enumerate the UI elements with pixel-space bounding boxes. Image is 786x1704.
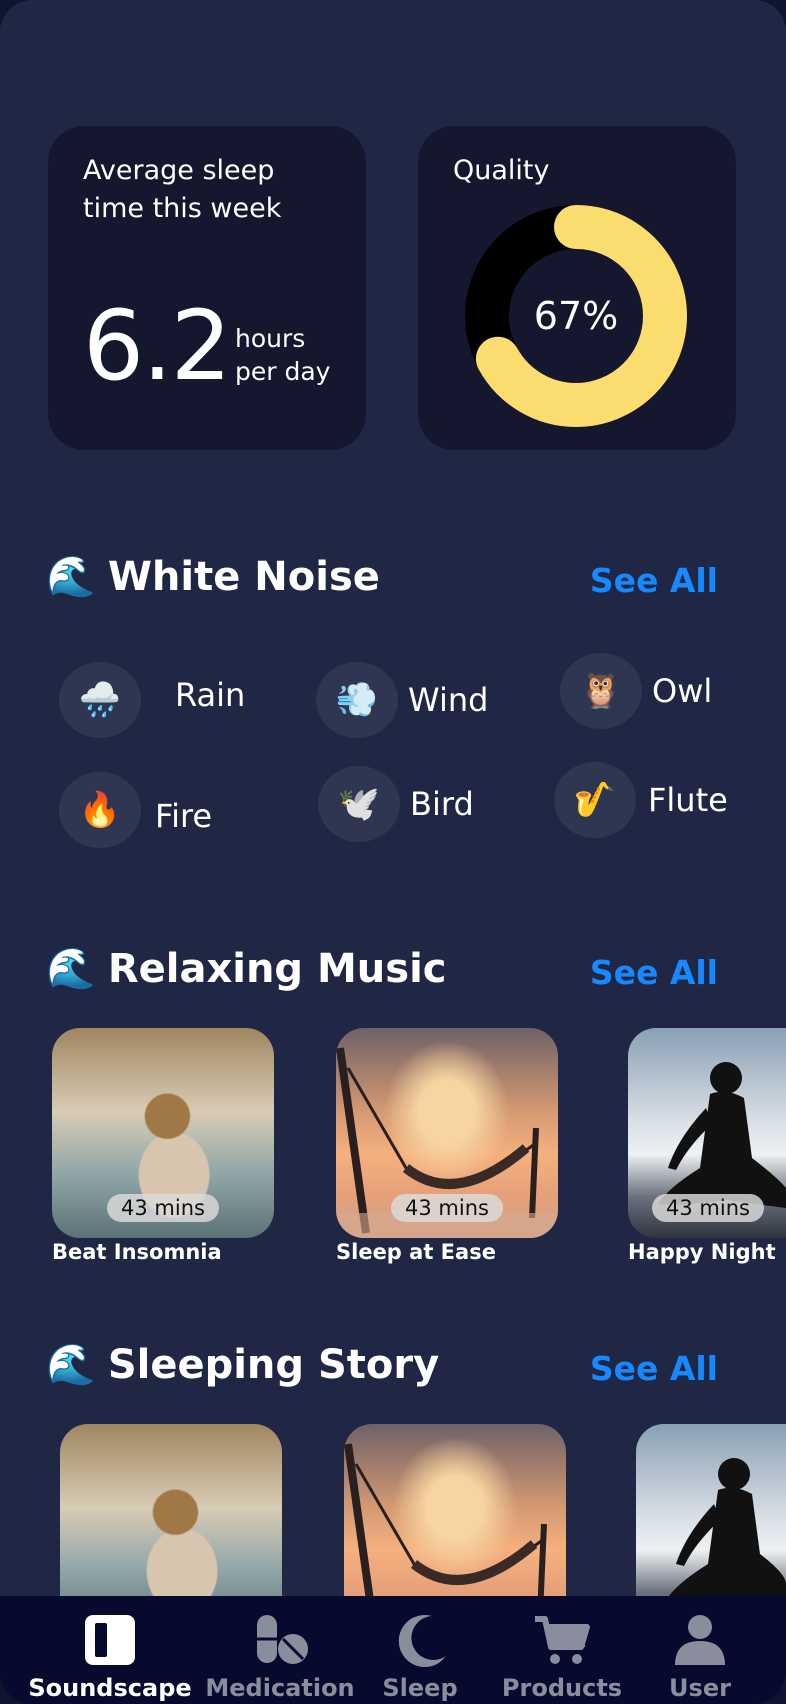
white-noise-header: 🌊 White Noise [46,553,380,601]
noise-label-owl: Owl [652,672,713,710]
wind-icon: 💨 [316,662,398,738]
bottom-tab-bar: Soundscape Medication Sleep Products Use… [0,1596,786,1704]
owl-icon: 🦉 [560,653,642,729]
duration-badge: 43 mins [652,1194,764,1222]
noise-item-flute[interactable]: 🎷 Flute [554,762,728,838]
tab-label: Soundscape [28,1674,192,1702]
cart-icon [533,1612,591,1668]
white-noise-see-all-link[interactable]: See All [590,561,718,600]
soundscape-icon [83,1612,137,1668]
average-sleep-unit: hours per day [235,324,331,386]
fire-icon: 🔥 [59,772,141,848]
quality-card[interactable]: Quality 67% [418,126,736,450]
moon-icon [392,1612,448,1668]
relaxing-music-title: Relaxing Music [107,945,447,992]
music-card-beat-insomnia[interactable]: 43 mins [52,1028,274,1238]
white-noise-title: White Noise [107,553,380,600]
music-title[interactable]: Happy Night [628,1240,776,1264]
quality-label: Quality [453,155,550,186]
tab-medication[interactable]: Medication [205,1596,355,1704]
noise-item-wind[interactable]: 💨 Wind [316,662,488,738]
tab-sleep[interactable]: Sleep [370,1596,470,1704]
app-screen: Average sleep time this week 6.2 hours p… [0,0,786,1704]
noise-label-flute: Flute [648,781,728,819]
relaxing-music-header: 🌊 Relaxing Music [46,945,447,993]
wave-icon: 🌊 [46,1342,96,1388]
noise-item-rain[interactable]: 🌧️ Rain [59,662,245,738]
average-sleep-label: Average sleep time this week [83,155,282,224]
average-sleep-card[interactable]: Average sleep time this week 6.2 hours p… [48,126,366,450]
sleeping-story-title: Sleeping Story [107,1341,440,1388]
tab-products[interactable]: Products [492,1596,632,1704]
rain-cloud-icon: 🌧️ [59,662,141,738]
wave-icon: 🌊 [46,554,96,600]
noise-label-rain: Rain [175,676,246,714]
relaxing-music-see-all-link[interactable]: See All [590,953,718,992]
wave-icon: 🌊 [46,946,96,992]
noise-label-bird: Bird [410,785,474,823]
tab-user[interactable]: User [650,1596,750,1704]
tab-label: Medication [205,1674,355,1702]
tab-label: Sleep [382,1674,458,1702]
saxophone-icon: 🎷 [554,762,636,838]
noise-label-wind: Wind [408,681,489,719]
duration-badge: 43 mins [107,1194,219,1222]
music-title[interactable]: Sleep at Ease [336,1240,496,1264]
music-title[interactable]: Beat Insomnia [52,1240,222,1264]
average-sleep-value: 6.2 [83,290,232,402]
noise-item-bird[interactable]: 🕊️ Bird [318,766,474,842]
dove-icon: 🕊️ [318,766,400,842]
quality-percent: 67% [533,294,619,338]
user-icon [673,1612,727,1668]
noise-item-fire[interactable]: 🔥 Fire [59,772,212,848]
sleeping-story-see-all-link[interactable]: See All [590,1349,718,1388]
music-card-happy-night[interactable]: 43 mins [628,1028,786,1238]
duration-badge: 43 mins [391,1194,503,1222]
tab-label: User [669,1674,731,1702]
pills-icon [251,1612,309,1668]
sleeping-story-header: 🌊 Sleeping Story [46,1341,440,1389]
tab-label: Products [501,1674,623,1702]
tab-soundscape[interactable]: Soundscape [28,1596,192,1704]
noise-item-owl[interactable]: 🦉 Owl [560,653,712,729]
music-card-sleep-at-ease[interactable]: 43 mins [336,1028,558,1238]
noise-label-fire: Fire [155,797,213,835]
